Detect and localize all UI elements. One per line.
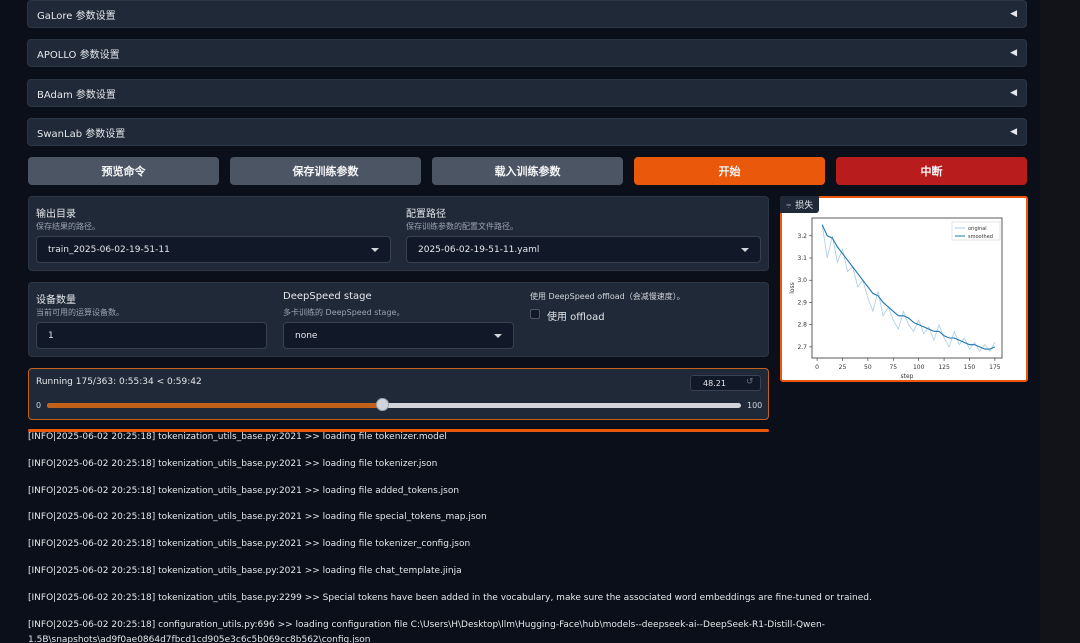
- config-path-label: 配置路径: [406, 209, 446, 220]
- x-tick-label: 175: [989, 364, 1001, 371]
- abort-button[interactable]: 中断: [836, 157, 1027, 185]
- device-count-label: 设备数量: [36, 295, 76, 306]
- app-root: GaLore 参数设置 ◀ APOLLO 参数设置 ◀ BAdam 参数设置 ◀…: [0, 0, 1080, 643]
- log-line: [INFO|2025-06-02 20:25:18] tokenization_…: [28, 539, 471, 549]
- y-axis-label: loss: [789, 282, 796, 294]
- device-count-info: 当前可用的运算设备数。: [36, 308, 124, 317]
- log-line: [INFO|2025-06-02 20:25:18] tokenization_…: [28, 486, 460, 496]
- collapse-arrow-icon: ◀: [1010, 88, 1017, 98]
- preview-command-button[interactable]: 预览命令: [28, 157, 219, 185]
- ds-stage-label: DeepSpeed stage: [283, 291, 372, 302]
- accordion-apollo-label: APOLLO 参数设置: [37, 49, 120, 61]
- x-axis-label: step: [901, 373, 914, 380]
- collapse-arrow-icon: ◀: [1010, 127, 1017, 137]
- output-dir-dropdown[interactable]: train_2025-06-02-19-51-11: [36, 236, 391, 263]
- ds-offload-checkbox[interactable]: [530, 309, 540, 319]
- x-tick-label: 150: [964, 364, 976, 371]
- x-tick-label: 50: [864, 364, 872, 371]
- ds-stage-dropdown[interactable]: none: [283, 322, 514, 349]
- series-line-original: [821, 224, 996, 353]
- chevron-down-icon: [741, 247, 749, 252]
- device-count-field[interactable]: 1: [36, 322, 267, 349]
- x-tick-label: 25: [839, 364, 847, 371]
- plot-label: ⩦ 损失: [780, 196, 820, 213]
- x-tick-label: 75: [889, 364, 897, 371]
- start-button[interactable]: 开始: [634, 157, 825, 185]
- collapse-arrow-icon: ◀: [1010, 48, 1017, 58]
- progress-min-label: 0: [36, 401, 42, 410]
- collapse-arrow-icon: ◀: [1010, 9, 1017, 19]
- progress-slider-fill: [47, 403, 382, 408]
- right-margin: [1040, 0, 1080, 643]
- load-args-button[interactable]: 载入训练参数: [432, 157, 623, 185]
- progress-slider-thumb[interactable]: [375, 398, 389, 411]
- plot-label-text: 损失: [795, 201, 814, 211]
- accordion-galore[interactable]: GaLore 参数设置 ◀: [27, 0, 1027, 28]
- chevron-down-icon: [371, 247, 379, 252]
- output-dir-label: 输出目录: [36, 209, 76, 220]
- log-line: [INFO|2025-06-02 20:25:18] tokenization_…: [28, 432, 447, 442]
- progress-panel: [28, 368, 769, 420]
- y-tick-label: 2.9: [797, 299, 807, 306]
- accordion-badam[interactable]: BAdam 参数设置 ◀: [27, 79, 1027, 107]
- ds-offload-checkbox-label: 使用 offload: [547, 312, 605, 323]
- loss-plot: 0 25 50 75 100 125 150 175 2.7 2.8 2.9 3.0 3.1 3.2 ste…: [780, 196, 1028, 382]
- y-tick-label: 2.7: [797, 344, 807, 351]
- ds-stage-value: none: [295, 330, 318, 341]
- loss-chart-svg: 0 25 50 75 100 125 150 175 2.7 2.8 2.9 3.0 3.1 3.2 ste…: [789, 217, 1003, 380]
- device-count-value: 1: [48, 330, 54, 341]
- series-line-smoothed: [821, 224, 996, 350]
- save-args-button[interactable]: 保存训练参数: [230, 157, 421, 185]
- accordion-swanlab-label: SwanLab 参数设置: [37, 128, 126, 140]
- x-tick-label: 100: [913, 364, 925, 371]
- log-line: [INFO|2025-06-02 20:25:18] tokenization_…: [28, 512, 487, 522]
- config-path-dropdown[interactable]: 2025-06-02-19-51-11.yaml: [406, 236, 761, 263]
- config-path-value: 2025-06-02-19-51-11.yaml: [418, 244, 540, 255]
- accordion-swanlab[interactable]: SwanLab 参数设置 ◀: [27, 118, 1027, 146]
- reset-icon[interactable]: ↺: [746, 377, 754, 387]
- ds-stage-info: 多卡训练的 DeepSpeed stage。: [283, 308, 405, 317]
- log-line: [INFO|2025-06-02 20:25:18] tokenization_…: [28, 593, 872, 603]
- x-tick-label: 0: [815, 364, 819, 371]
- legend-label: smoothed: [968, 234, 993, 240]
- legend-label: original: [968, 226, 987, 232]
- config-path-info: 保存训练参数的配置文件路径。: [406, 222, 518, 231]
- chevron-down-icon: [494, 333, 502, 338]
- log-line: [INFO|2025-06-02 20:25:18] tokenization_…: [28, 566, 462, 576]
- progress-value: 48.21: [703, 378, 726, 388]
- log-line: 1.5B\snapshots\ad9f0ae0864d7fbcd1cd905e3…: [28, 635, 371, 643]
- log-line: [INFO|2025-06-02 20:25:18] tokenization_…: [28, 459, 438, 469]
- chart-icon: ⩦: [786, 199, 792, 210]
- y-tick-label: 3.0: [797, 277, 807, 284]
- output-dir-info: 保存结果的路径。: [36, 222, 100, 231]
- ds-offload-label: 使用 DeepSpeed offload（会减慢速度）。: [530, 292, 685, 301]
- x-tick-label: 125: [938, 364, 950, 371]
- y-tick-label: 2.8: [797, 322, 807, 329]
- progress-status-text: Running 175/363: 0:55:34 < 0:59:42: [36, 377, 202, 387]
- accordion-badam-label: BAdam 参数设置: [37, 89, 116, 101]
- y-tick-label: 3.1: [797, 255, 807, 262]
- accordion-galore-label: GaLore 参数设置: [37, 10, 116, 22]
- output-dir-value: train_2025-06-02-19-51-11: [48, 244, 170, 255]
- y-tick-label: 3.2: [797, 233, 807, 240]
- accordion-apollo[interactable]: APOLLO 参数设置 ◀: [27, 39, 1027, 67]
- progress-max-label: 100: [747, 401, 763, 410]
- progress-slider-track[interactable]: [47, 403, 741, 408]
- log-line: [INFO|2025-06-02 20:25:18] configuration…: [28, 620, 825, 630]
